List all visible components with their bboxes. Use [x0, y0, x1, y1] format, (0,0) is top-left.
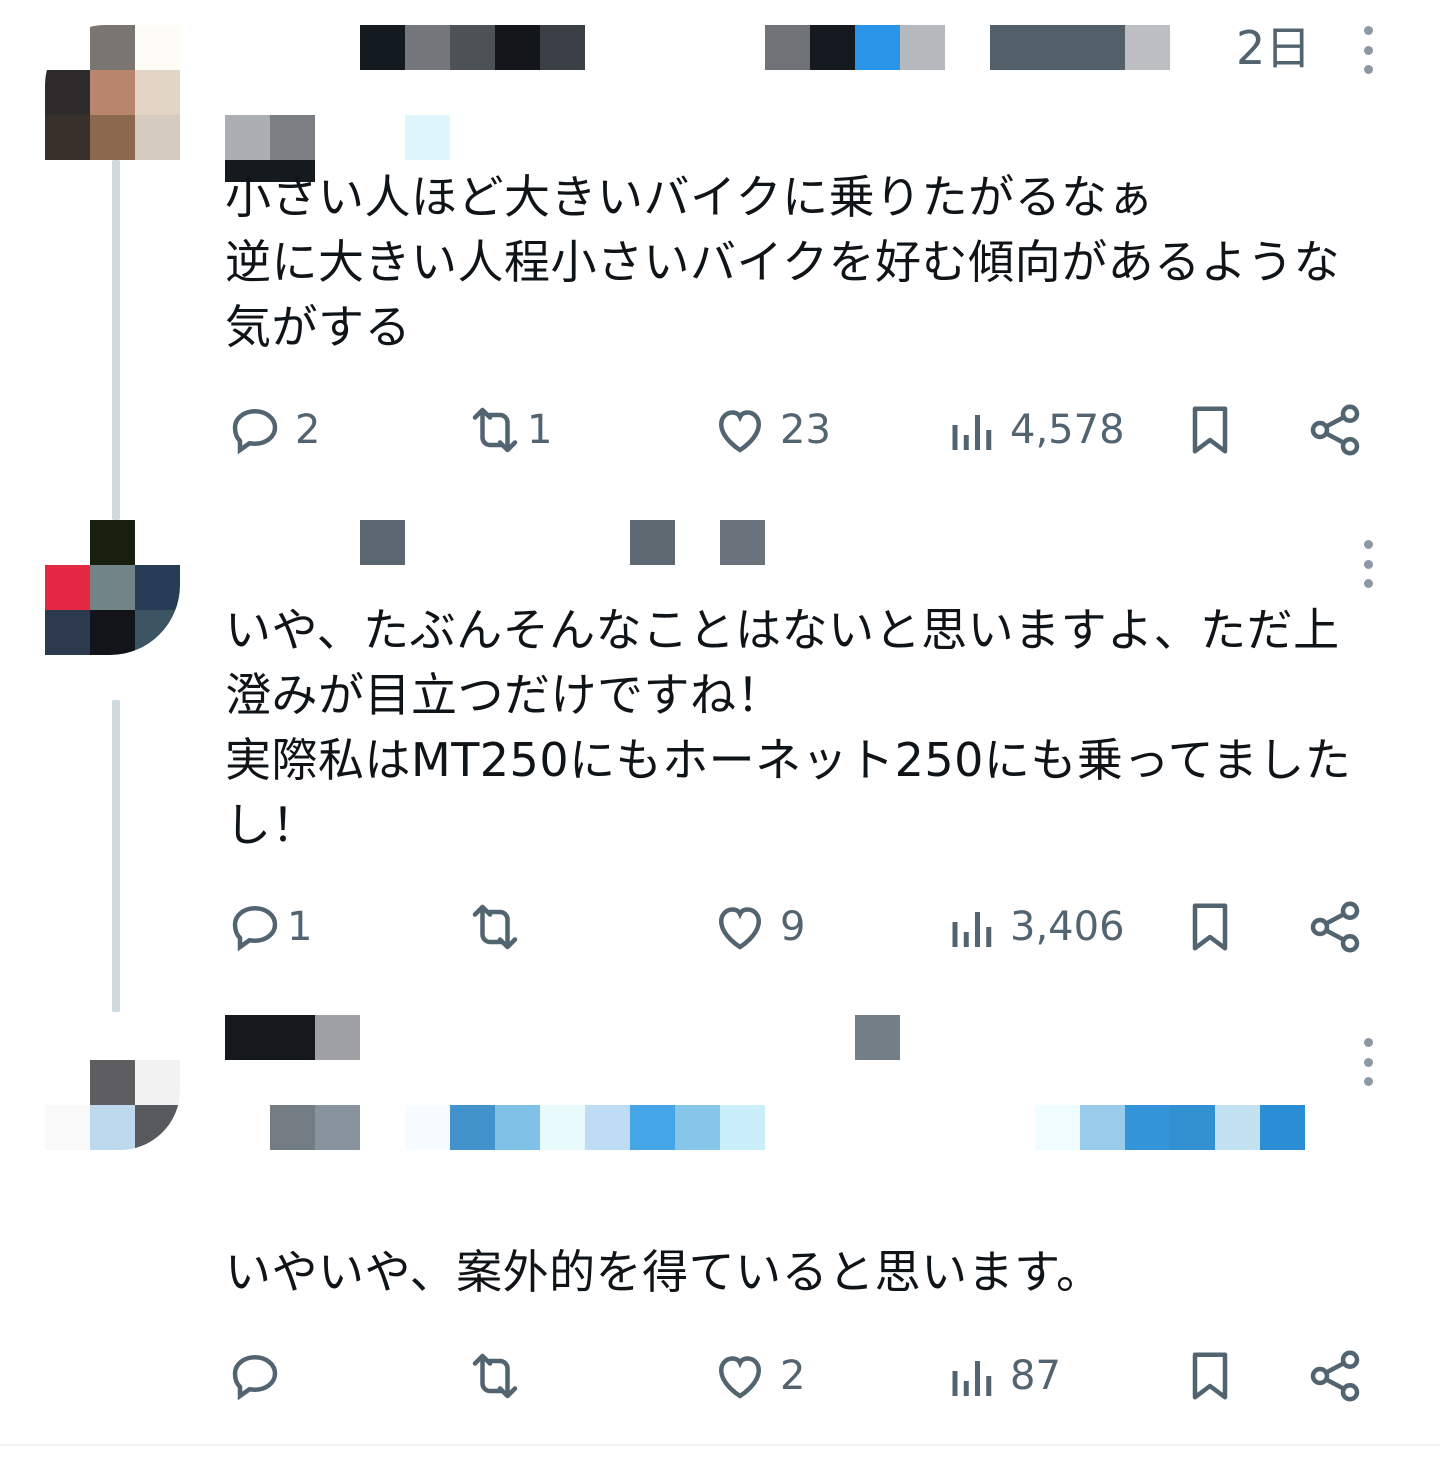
views-count: 4,578 [1010, 407, 1125, 453]
display-name[interactable] [225, 1015, 360, 1060]
bookmark-icon [1192, 406, 1228, 454]
retweet-button[interactable] [465, 1344, 535, 1408]
bookmark-icon [1192, 1352, 1228, 1400]
reply-context[interactable] [270, 1105, 360, 1150]
share-button[interactable] [1305, 895, 1365, 959]
views-count: 3,406 [1010, 904, 1125, 950]
more-icon[interactable] [1352, 1038, 1384, 1086]
views-icon [952, 1361, 992, 1396]
username[interactable] [855, 1015, 900, 1060]
share-icon [1310, 404, 1360, 456]
reply-icon [232, 408, 278, 455]
like-count: 2 [780, 1353, 806, 1399]
heart-icon [718, 410, 762, 453]
like-button[interactable]: 2 [710, 1344, 805, 1408]
bookmark-icon [1192, 903, 1228, 951]
reply-count: 2 [295, 407, 321, 453]
more-icon[interactable] [1352, 540, 1384, 588]
tweet-text: いやいや、案外的を得ていると思います。 [225, 1245, 1103, 1299]
retweet-icon [472, 1353, 518, 1399]
reply-context[interactable] [405, 1105, 765, 1150]
share-icon [1310, 901, 1360, 953]
reply-button[interactable]: 2 [225, 398, 320, 462]
views-button[interactable]: 3,406 [940, 895, 1125, 959]
username[interactable] [630, 520, 765, 565]
avatar[interactable] [45, 520, 180, 655]
reply-context[interactable] [225, 115, 450, 160]
share-button[interactable] [1305, 398, 1365, 462]
more-icon[interactable] [1352, 26, 1384, 74]
views-button[interactable]: 87 [940, 1344, 1061, 1408]
retweet-count: 1 [527, 407, 553, 453]
like-count: 23 [780, 407, 831, 453]
username[interactable] [765, 25, 945, 70]
heart-icon [718, 1356, 762, 1399]
display-name[interactable] [360, 25, 585, 70]
reply-count: 1 [287, 904, 313, 950]
share-icon [1310, 1350, 1360, 1402]
views-icon [952, 912, 992, 947]
divider [0, 1444, 1440, 1446]
like-count: 9 [780, 904, 806, 950]
views-button[interactable]: 4,578 [940, 398, 1125, 462]
tweet-actions: 2 1 23 4,578 [225, 398, 1375, 462]
tweet-text: いや、たぶんそんなことはないと思いますよ、ただ上 澄みが目立つだけですね！ 実際… [225, 603, 1352, 852]
display-name[interactable] [360, 520, 405, 565]
retweet-icon [472, 407, 518, 453]
share-button[interactable] [1305, 1344, 1365, 1408]
tweet-text: 小さい人ほど大きいバイクに乗りたがるなぁ 逆に大きい人程小さいバイクを好む傾向が… [225, 170, 1341, 354]
reply-button[interactable] [225, 1344, 295, 1408]
avatar[interactable] [45, 1015, 180, 1150]
bookmark-button[interactable] [1180, 895, 1240, 959]
reply-button[interactable]: 1 [225, 895, 312, 959]
reply-icon [232, 905, 278, 952]
views-icon [952, 415, 992, 450]
tweet-actions: 2 87 [225, 1344, 1375, 1408]
views-count: 87 [1010, 1353, 1061, 1399]
heart-icon [718, 907, 762, 950]
thread-line [112, 160, 120, 520]
like-button[interactable]: 9 [710, 895, 805, 959]
bookmark-button[interactable] [1180, 398, 1240, 462]
retweet-icon [472, 904, 518, 950]
avatar[interactable] [45, 25, 180, 160]
timestamp[interactable]: 2日 [1236, 22, 1311, 74]
retweet-button[interactable] [465, 895, 535, 959]
bookmark-button[interactable] [1180, 1344, 1240, 1408]
retweet-button[interactable]: 1 [465, 398, 552, 462]
reply-icon [232, 1354, 278, 1401]
thread-line [112, 700, 120, 1012]
tweet-actions: 1 9 3,406 [225, 895, 1375, 959]
reply-context[interactable] [1035, 1105, 1305, 1150]
like-button[interactable]: 23 [710, 398, 831, 462]
username[interactable] [990, 25, 1170, 70]
